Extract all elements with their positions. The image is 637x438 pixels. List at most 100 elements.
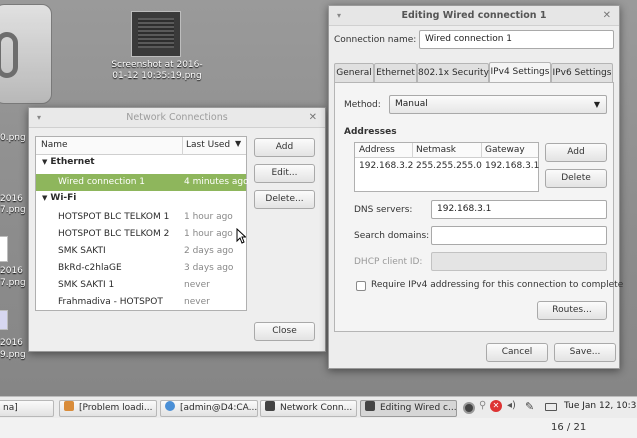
editing-connection-window: ▾ Editing Wired connection 1 ✕ Connectio… — [328, 5, 623, 369]
dns-servers-field[interactable]: 192.168.3.1 — [431, 200, 607, 219]
image-file-icon[interactable] — [0, 236, 8, 262]
delete-address-button[interactable]: Delete — [545, 169, 607, 188]
delete-connection-button[interactable]: Delete... — [254, 190, 315, 209]
desktop-partial-label: 2016 — [0, 266, 23, 276]
screenshot-file-label[interactable]: Screenshot at 2016-01-12 10:35:19.png — [108, 60, 206, 82]
group-label: Wi-Fi — [50, 193, 77, 203]
screenshot-file-icon[interactable] — [131, 11, 181, 57]
column-header-name[interactable]: Name — [41, 140, 68, 150]
connection-row[interactable]: Frahmadiva - HOTSPOT never — [36, 294, 246, 311]
editing-titlebar[interactable]: ▾ Editing Wired connection 1 ✕ — [329, 6, 619, 26]
connection-row[interactable]: HOTSPOT BLC TELKOM 1 1 hour ago — [36, 209, 246, 226]
tab-ipv6-settings[interactable]: IPv6 Settings — [551, 63, 613, 82]
search-domains-label: Search domains: — [354, 231, 430, 241]
chrome-tray-icon[interactable] — [463, 402, 475, 414]
connection-name: Wired connection 1 — [58, 177, 145, 187]
close-icon[interactable]: ✕ — [603, 6, 611, 26]
connection-row[interactable]: SMK SAKTI 2 days ago — [36, 243, 246, 260]
close-button[interactable]: Close — [254, 322, 315, 341]
close-icon[interactable]: ✕ — [309, 108, 317, 128]
add-address-button[interactable]: Add — [545, 143, 607, 162]
network-connections-title: Network Connections — [126, 112, 228, 123]
connection-name-label: Connection name: — [334, 35, 417, 45]
volume-icon[interactable]: ◂) — [507, 400, 516, 411]
desktop-partial-label: 7.png — [0, 205, 26, 215]
dns-servers-label: DNS servers: — [354, 205, 413, 215]
column-header-last-used[interactable]: Last Used — [186, 140, 230, 150]
expander-icon[interactable]: ▼ — [42, 158, 47, 166]
clock[interactable]: Tue Jan 12, 10:38 — [564, 401, 637, 411]
column-header-gateway[interactable]: Gateway — [485, 145, 525, 155]
connection-last-used: 4 minutes ago — [184, 177, 249, 187]
page-indicator-bar: 16 / 21 — [0, 418, 637, 438]
desktop-partial-label: 7.png — [0, 278, 26, 288]
routes-button[interactable]: Routes... — [537, 301, 607, 320]
expander-icon[interactable]: ▼ — [42, 194, 47, 202]
sort-down-icon[interactable]: ▼ — [235, 139, 241, 148]
group-ethernet[interactable]: ▼ Ethernet — [42, 157, 95, 167]
network-connections-titlebar[interactable]: ▾ Network Connections ✕ — [29, 108, 325, 128]
address-cell: 192.168.3.2 — [359, 161, 414, 171]
dhcp-client-id-label: DHCP client ID: — [354, 257, 423, 267]
save-button[interactable]: Save... — [554, 343, 616, 362]
taskbar-item-label: [admin@D4:CA... — [180, 403, 258, 413]
tab-general[interactable]: General — [334, 63, 374, 82]
column-divider — [481, 143, 482, 158]
column-header-address[interactable]: Address — [359, 145, 395, 155]
address-row[interactable]: 192.168.3.2 255.255.255.0 192.168.3.1 — [355, 160, 539, 175]
taskbar-item-label: [Problem loadi... — [79, 403, 153, 413]
method-value: Manual — [395, 99, 428, 109]
addresses-table[interactable]: Address Netmask Gateway 192.168.3.2 255.… — [354, 142, 539, 192]
require-ipv4-checkbox[interactable] — [356, 281, 366, 291]
editing-window-title: Editing Wired connection 1 — [401, 10, 547, 21]
group-wifi[interactable]: ▼ Wi-Fi — [42, 193, 76, 203]
taskbar-item-partial[interactable]: na] — [0, 400, 54, 417]
connection-last-used: 1 hour ago — [184, 229, 233, 239]
tab-8021x-security[interactable]: 802.1x Security — [417, 63, 489, 82]
ipv4-settings-panel: Method: Manual ▼ Addresses Address Netma… — [334, 82, 623, 332]
connection-name-field[interactable]: Wired connection 1 — [419, 30, 614, 49]
search-domains-field[interactable] — [431, 226, 607, 245]
network-error-icon[interactable]: ✕ — [490, 400, 502, 412]
addresses-heading: Addresses — [344, 127, 397, 137]
connection-row[interactable]: BkRd-c2hlaGE 3 days ago — [36, 260, 246, 277]
edit-connection-button[interactable]: Edit... — [254, 164, 315, 183]
method-select[interactable]: Manual ▼ — [389, 95, 607, 114]
tab-ipv4-settings[interactable]: IPv4 Settings — [489, 62, 551, 82]
screenshot-thumbnail-lines — [138, 18, 174, 48]
cancel-button[interactable]: Cancel — [486, 343, 548, 362]
desktop-partial-label: 2016 — [0, 338, 23, 348]
network-connections-window: ▾ Network Connections ✕ Name Last Used ▼… — [28, 107, 326, 352]
connection-name: SMK SAKTI — [58, 246, 106, 256]
connection-last-used: never — [184, 280, 210, 290]
taskbar-item-network-connections[interactable]: Network Conn... — [260, 400, 357, 417]
taskbar-item-label: Editing Wired c... — [380, 403, 457, 413]
connection-row[interactable]: HOTSPOT BLC TELKOM 2 1 hour ago — [36, 226, 246, 243]
pin-tray-icon[interactable]: ⚲ — [479, 400, 486, 411]
connection-last-used: 2 days ago — [184, 246, 234, 256]
list-header: Name Last Used ▼ — [36, 137, 246, 155]
add-connection-button[interactable]: Add — [254, 138, 315, 157]
page-indicator: 16 / 21 — [551, 422, 587, 433]
method-label: Method: — [344, 100, 381, 110]
taskbar: na] [Problem loadi... [admin@D4:CA... Ne… — [0, 396, 637, 418]
taskbar-item-editing-wired[interactable]: Editing Wired c... — [360, 400, 457, 417]
group-label: Ethernet — [50, 157, 95, 167]
tab-ethernet[interactable]: Ethernet — [374, 63, 417, 82]
column-divider — [182, 137, 183, 155]
battery-icon[interactable] — [545, 403, 557, 411]
connection-name: HOTSPOT BLC TELKOM 2 — [58, 229, 170, 239]
connection-row-wired-connection-1[interactable]: Wired connection 1 4 minutes ago — [36, 174, 249, 191]
connection-row[interactable]: SMK SAKTI 1 never — [36, 277, 246, 294]
window-menu-icon[interactable]: ▾ — [37, 108, 41, 128]
taskbar-item-admin[interactable]: [admin@D4:CA... — [160, 400, 258, 417]
taskbar-item-problem-loading[interactable]: [Problem loadi... — [59, 400, 157, 417]
window-menu-icon[interactable]: ▾ — [337, 6, 341, 26]
column-header-netmask[interactable]: Netmask — [416, 145, 456, 155]
netmask-cell: 255.255.255.0 — [416, 161, 482, 171]
image-file-icon[interactable] — [0, 310, 8, 330]
tools-icon[interactable]: ✎ — [525, 400, 534, 413]
connections-list[interactable]: Name Last Used ▼ ▼ Ethernet Wired connect… — [35, 136, 249, 311]
column-divider — [412, 143, 413, 158]
require-ipv4-label[interactable]: Require IPv4 addressing for this connect… — [371, 280, 623, 290]
